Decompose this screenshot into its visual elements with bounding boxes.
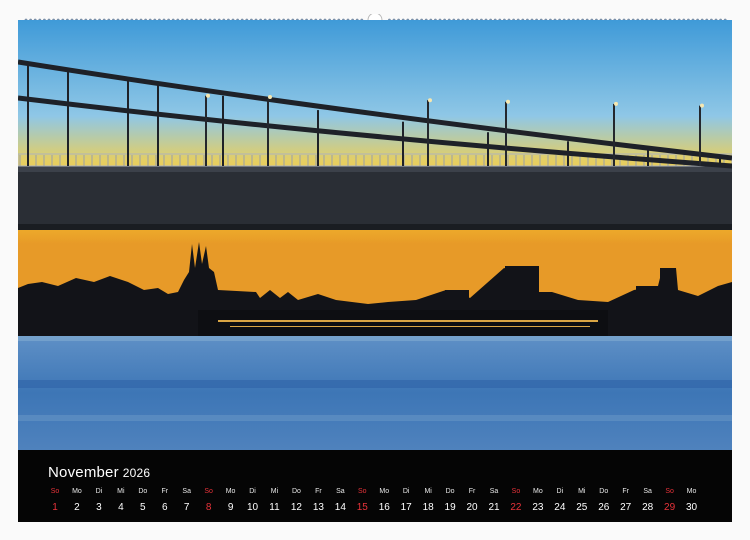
- day-number: 3: [96, 502, 102, 513]
- weekday-label: So: [358, 488, 367, 495]
- weekday-label: Do: [138, 488, 148, 495]
- day-number: 6: [161, 502, 168, 513]
- day-number: 28: [642, 502, 654, 513]
- day-cell: Di 17: [395, 487, 417, 513]
- month-name: November: [48, 464, 119, 481]
- weekday-label: Mi: [270, 488, 279, 495]
- weekday-label: Mo: [379, 488, 390, 495]
- day-number: 24: [554, 502, 566, 513]
- day-cell: Mo 16: [373, 487, 395, 513]
- day-number: 1: [52, 502, 58, 513]
- weekday-label: Fr: [161, 488, 169, 495]
- day-cell: Mi 11: [264, 487, 286, 513]
- day-cell: So 29: [659, 487, 681, 513]
- weekday-label: Mi: [578, 488, 586, 495]
- weekday-label: Di: [556, 488, 564, 495]
- day-number: 30: [685, 502, 698, 513]
- weekday-label: Fr: [622, 488, 629, 495]
- weekday-label: Sa: [182, 488, 191, 495]
- day-cell: Mo 9: [220, 487, 242, 513]
- month-title: November 2026: [48, 464, 150, 481]
- day-cell: Sa 14: [329, 487, 351, 513]
- weekday-label: Sa: [489, 488, 499, 495]
- day-number: 7: [183, 502, 190, 513]
- day-number: 18: [422, 502, 434, 513]
- day-cell: Mo 2: [66, 487, 88, 513]
- weekday-label: So: [204, 488, 213, 495]
- day-number: 20: [466, 502, 478, 513]
- day-number: 12: [290, 502, 302, 513]
- day-number: 9: [227, 502, 234, 513]
- day-cell: Sa 7: [176, 487, 198, 513]
- weekday-label: So: [50, 488, 60, 495]
- weekday-label: So: [665, 488, 674, 495]
- weekday-label: Mo: [533, 488, 543, 495]
- day-cell: So 1: [44, 487, 66, 513]
- day-number: 22: [510, 502, 522, 513]
- day-number: 2: [74, 502, 80, 513]
- day-number: 19: [444, 502, 456, 513]
- day-number: 8: [205, 502, 212, 513]
- day-cell: Sa 28: [637, 487, 659, 513]
- day-number: 26: [598, 502, 610, 513]
- day-number: 16: [378, 502, 390, 513]
- day-cell: Fr 27: [615, 487, 637, 513]
- day-cell: Do 12: [285, 487, 307, 513]
- weekday-label: Fr: [315, 488, 322, 495]
- weekday-label: Sa: [336, 488, 345, 495]
- day-cell: Do 26: [593, 487, 615, 513]
- day-cell: Mi 4: [110, 487, 132, 513]
- weekday-label: Mo: [72, 488, 82, 495]
- year-label: 2026: [122, 466, 151, 480]
- day-cell: Di 24: [549, 487, 571, 513]
- day-cell: So 22: [505, 487, 527, 513]
- day-number: 21: [488, 502, 500, 513]
- calendar-page: November 2026 So 1 Mo 2 Di 3 Mi 4 Do 5 Fr 6 Sa 7 So 8 Mo 9…: [0, 0, 750, 540]
- weekday-label: Do: [291, 488, 301, 495]
- day-number: 14: [334, 502, 346, 513]
- weekday-label: Di: [402, 488, 410, 495]
- day-number: 5: [140, 502, 146, 513]
- weekday-label: Fr: [468, 488, 476, 495]
- day-number: 11: [269, 502, 280, 513]
- day-number: 23: [532, 502, 544, 513]
- day-cell: Mi 25: [571, 487, 593, 513]
- day-number: 27: [620, 502, 632, 513]
- day-number: 25: [576, 502, 588, 513]
- weekday-label: Mo: [686, 488, 697, 495]
- day-cell: Mo 30: [681, 487, 703, 513]
- weekday-label: Sa: [643, 488, 652, 495]
- day-cell: So 8: [198, 487, 220, 513]
- weekday-label: Di: [95, 488, 103, 495]
- day-cell: Fr 20: [461, 487, 483, 513]
- calendar-strip: November 2026 So 1 Mo 2 Di 3 Mi 4 Do 5 Fr 6 Sa 7 So 8 Mo 9…: [18, 450, 732, 522]
- day-cell: Do 5: [132, 487, 154, 513]
- weekday-label: Do: [599, 488, 609, 495]
- weekday-label: Do: [445, 488, 455, 495]
- day-cell: Mi 18: [417, 487, 439, 513]
- day-cell: So 15: [351, 487, 373, 513]
- day-cell: Sa 21: [483, 487, 505, 513]
- day-cell: Di 3: [88, 487, 110, 513]
- day-cell: Di 10: [242, 487, 264, 513]
- weekday-label: So: [511, 488, 521, 495]
- day-number: 10: [246, 502, 259, 513]
- weekday-label: Di: [249, 488, 256, 495]
- day-number: 13: [312, 502, 324, 513]
- day-cell: Fr 6: [154, 487, 176, 513]
- weekday-label: Mo: [225, 488, 236, 495]
- weekday-label: Mi: [117, 488, 125, 495]
- day-cell: Mo 23: [527, 487, 549, 513]
- day-number: 15: [356, 502, 368, 513]
- day-number: 4: [118, 502, 124, 513]
- day-row: So 1 Mo 2 Di 3 Mi 4 Do 5 Fr 6 Sa 7 So 8 Mo 9 Di 10 Mi 11 Do 12 F…: [44, 487, 724, 517]
- weekday-label: Mi: [424, 488, 432, 495]
- city-skyline-photo: [18, 20, 732, 450]
- day-number: 29: [664, 502, 676, 513]
- day-number: 17: [400, 502, 412, 513]
- day-cell: Fr 13: [307, 487, 329, 513]
- day-cell: Do 19: [439, 487, 461, 513]
